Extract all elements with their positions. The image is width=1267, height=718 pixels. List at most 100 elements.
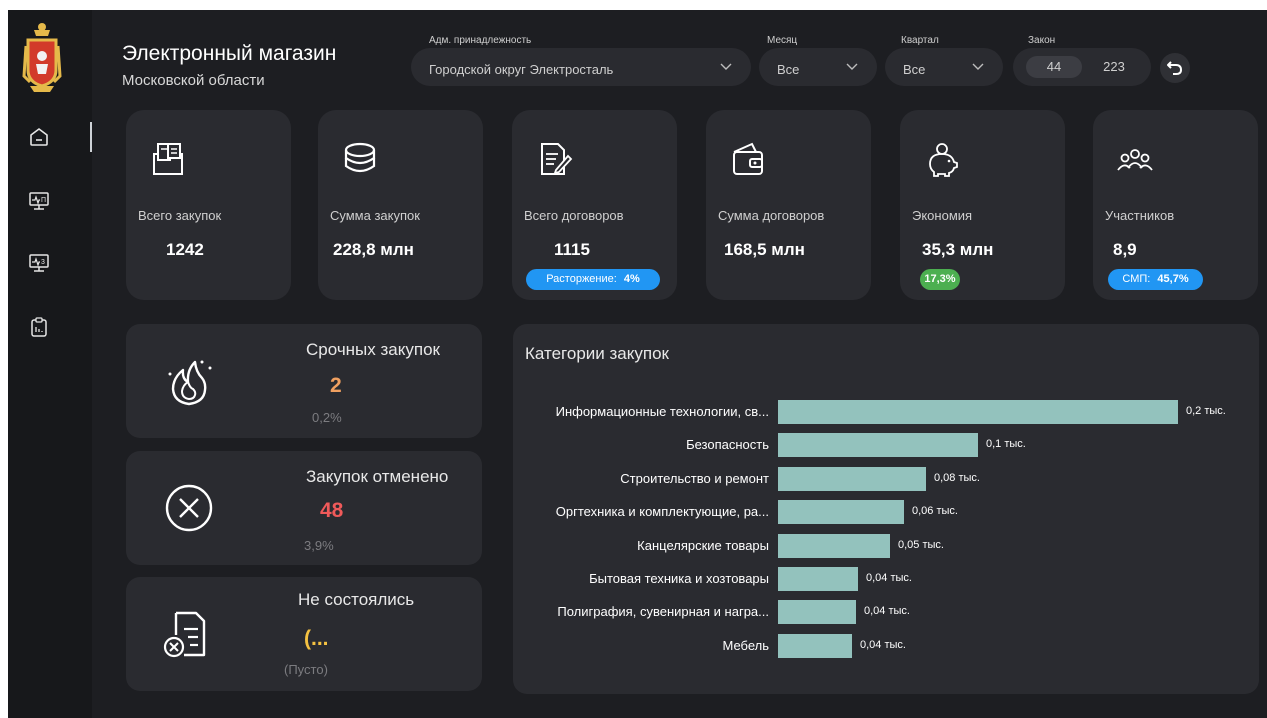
urgent-percent: 0,2% (312, 410, 342, 425)
termination-badge-label: Расторжение: (546, 273, 617, 285)
bar-value-label: 0,04 тыс. (866, 572, 912, 584)
failed-sub: (Пусто) (284, 662, 328, 677)
category-bar[interactable] (778, 600, 856, 625)
kpi-value: 168,5 млн (724, 240, 805, 259)
category-bar[interactable] (778, 533, 890, 558)
document-cancel-icon (163, 611, 206, 658)
category-label: Информационные технологии, св... (555, 404, 769, 419)
category-bar[interactable] (778, 633, 852, 658)
kpi-value: 1242 (166, 240, 204, 259)
cancelled-purchases-card: Закупок отменено 48 3,9% (126, 451, 482, 565)
category-bar[interactable] (778, 567, 858, 591)
urgent-title: Срочных закупок (306, 340, 440, 359)
smp-badge: СМП: 45,7% (1108, 269, 1203, 290)
kpi-value: 8,9 (1113, 240, 1137, 259)
category-label: Полиграфия, сувенирная и награ... (557, 604, 769, 620)
nav-clipboard[interactable] (22, 310, 56, 344)
sidebar: П 3 (8, 10, 92, 718)
adm-filter-label: Адм. принадлежность (429, 35, 532, 46)
month-filter-select[interactable]: Все (759, 48, 877, 86)
app-window: П 3 Электронный магазин Московской облас… (8, 10, 1267, 718)
adm-filter-select[interactable]: Городской округ Электросталь (411, 48, 751, 86)
urgent-purchases-card: Срочных закупок 2 0,2% (126, 324, 482, 438)
cancel-circle-icon (165, 484, 213, 532)
adm-filter-value: Городской округ Электросталь (429, 62, 614, 77)
failed-purchases-card: Не состоялись (... (Пусто) (126, 577, 482, 691)
law-filter-label: Закон (1028, 35, 1056, 46)
termination-badge-value: 4% (623, 273, 640, 285)
bar-value-label: 0,06 тыс. (912, 505, 958, 518)
kpi-label: Экономия (912, 208, 973, 223)
chart-title: Категории закупок (525, 344, 669, 363)
moscow-region-emblem-icon (22, 23, 62, 92)
participants-icon (1117, 149, 1153, 171)
contract-sign-icon (541, 143, 573, 175)
chevron-down-icon (846, 63, 858, 70)
category-bar[interactable] (778, 500, 904, 525)
kpi-label: Всего закупок (138, 208, 222, 223)
wallet-icon (733, 142, 763, 175)
chevron-down-icon (972, 63, 984, 70)
monitor-3-icon: 3 (29, 254, 49, 272)
kpi-label: Сумма договоров (718, 208, 825, 223)
category-label: Мебель (722, 637, 769, 653)
bar-value-label: 0,04 тыс. (864, 605, 910, 618)
monitor-ready-icon: П (29, 192, 49, 210)
kpi-total-contracts: Всего договоров 1115 Расторжение: 4% (512, 110, 677, 300)
monitor-3-digit: 3 (41, 259, 45, 266)
page-subtitle: Московской области (122, 72, 265, 89)
kpi-label: Участников (1105, 208, 1175, 223)
kpi-contracts-sum: Сумма договоров 168,5 млн (706, 110, 871, 300)
chevron-down-icon (720, 63, 732, 70)
kpi-participants: Участников 8,9 СМП: 45,7% (1093, 110, 1258, 300)
quarter-filter-value: Все (903, 62, 926, 77)
category-bar[interactable] (778, 400, 1178, 424)
piggy-bank-icon (929, 143, 958, 177)
termination-badge: Расторжение: 4% (526, 269, 660, 290)
kpi-total-purchases: Всего закупок 1242 (126, 110, 291, 300)
failed-title: Не состоялись (298, 590, 415, 609)
law-filter-toggle: 44 223 (1013, 48, 1151, 86)
nav-home[interactable] (22, 120, 56, 154)
kpi-label: Сумма закупок (330, 208, 420, 223)
nav-monitor-ready[interactable]: П (22, 184, 56, 218)
undo-icon (1167, 61, 1183, 75)
category-bar[interactable] (778, 433, 978, 458)
urgent-value: 2 (330, 374, 342, 397)
kpi-purchases-sum: Сумма закупок 228,8 млн (318, 110, 483, 300)
categories-chart-panel: Категории закупок Информационные техноло… (513, 324, 1259, 694)
category-bar[interactable] (778, 466, 926, 491)
kpi-value: 35,3 млн (922, 240, 994, 259)
month-filter-label: Месяц (767, 35, 798, 46)
smp-badge-value: 45,7% (1157, 273, 1189, 285)
savings-badge: 17,3% (920, 269, 960, 290)
fire-icon (168, 360, 212, 406)
law-option-223[interactable]: 223 (1086, 56, 1142, 78)
quarter-filter-select[interactable]: Все (885, 48, 1003, 86)
smp-badge-label: СМП: (1122, 273, 1151, 285)
documents-box-icon (153, 143, 183, 175)
quarter-filter-label: Квартал (901, 35, 939, 46)
monitor-p-letter: П (41, 197, 46, 204)
failed-value: (... (304, 627, 329, 650)
nav-active-indicator (90, 122, 92, 152)
category-label: Оргтехника и комплектующие, ра... (555, 504, 769, 520)
cancelled-percent: 3,9% (304, 538, 334, 553)
nav-monitor-3[interactable]: 3 (22, 246, 56, 280)
kpi-value: 1115 (554, 240, 590, 259)
category-label: Строительство и ремонт (620, 470, 769, 486)
cancelled-value: 48 (320, 499, 344, 522)
bar-value-label: 0,05 тыс. (898, 538, 944, 551)
cancelled-title: Закупок отменено (306, 467, 449, 486)
coins-stack-icon (344, 142, 376, 173)
kpi-label: Всего договоров (524, 208, 624, 223)
category-label: Безопасность (686, 437, 769, 453)
bar-value-label: 0,04 тыс. (860, 638, 906, 651)
reset-filters-button[interactable] (1160, 53, 1190, 83)
law-option-44[interactable]: 44 (1026, 56, 1082, 78)
bar-value-label: 0,1 тыс. (986, 438, 1026, 451)
bar-value-label: 0,08 тыс. (934, 471, 980, 484)
page-title: Электронный магазин (122, 42, 337, 65)
kpi-value: 228,8 млн (333, 240, 414, 259)
clipboard-report-icon (31, 317, 47, 337)
